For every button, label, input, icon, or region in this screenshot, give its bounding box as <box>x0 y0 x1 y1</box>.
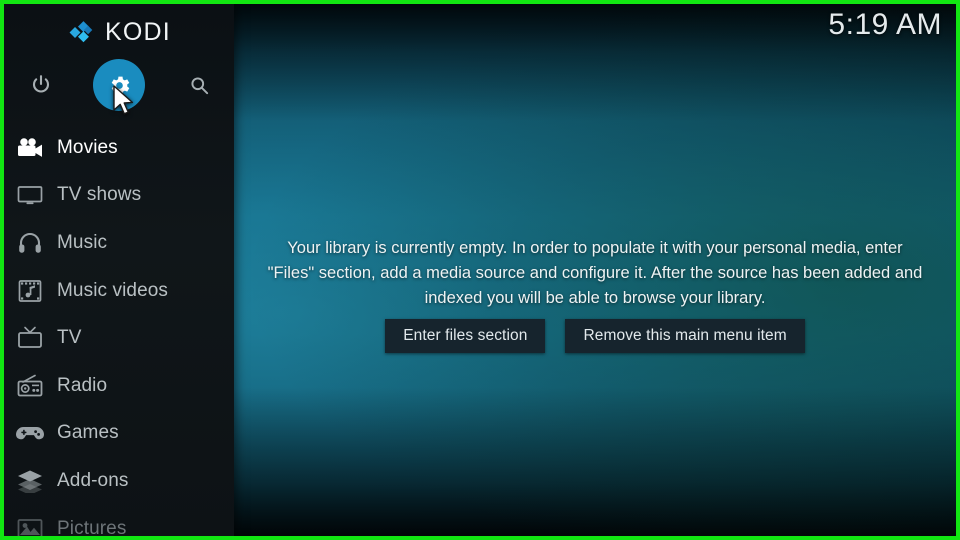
sidebar-item-tv[interactable]: TV <box>4 314 234 362</box>
movie-camera-icon <box>14 134 46 162</box>
sidebar-item-music[interactable]: Music <box>4 219 234 267</box>
settings-gear-icon[interactable] <box>93 59 145 111</box>
app-logo-text: KODI <box>105 17 171 46</box>
sidebar-item-label: Games <box>57 422 119 444</box>
kodi-stage: Your library is currently empty. In orde… <box>4 4 956 536</box>
addons-box-icon <box>14 467 46 495</box>
sidebar-item-music-videos[interactable]: Music videos <box>4 267 234 315</box>
sidebar-item-label: Pictures <box>57 517 127 536</box>
gear-glyph <box>111 76 129 94</box>
music-video-icon <box>14 277 46 305</box>
sidebar-item-add-ons[interactable]: Add-ons <box>4 457 234 505</box>
kodi-window: Your library is currently empty. In orde… <box>0 0 960 540</box>
sidebar-item-games[interactable]: Games <box>4 410 234 458</box>
sidebar-item-label: Radio <box>57 374 108 396</box>
action-button-row: Enter files section Remove this main men… <box>234 319 956 353</box>
gamepad-icon <box>14 419 46 447</box>
sidebar-item-label: Add-ons <box>57 469 129 491</box>
sidebar-item-tv-shows[interactable]: TV shows <box>4 172 234 220</box>
kodi-logo-mark-icon <box>69 20 93 42</box>
clock: 5:19 AM <box>828 8 942 41</box>
sidebar-item-radio[interactable]: Radio <box>4 362 234 410</box>
enter-files-section-button[interactable]: Enter files section <box>385 319 546 353</box>
sidebar-item-label: TV <box>57 327 82 349</box>
television-icon <box>14 181 46 209</box>
main-content-area: Your library is currently empty. In orde… <box>234 4 956 536</box>
radio-icon <box>14 372 46 400</box>
sidebar-menu: Movies TV shows Music Music videos TV Ra… <box>4 124 234 536</box>
power-icon[interactable] <box>15 59 67 111</box>
sidebar-item-label: Movies <box>57 136 118 158</box>
remove-main-menu-item-button[interactable]: Remove this main menu item <box>565 319 805 353</box>
search-icon[interactable] <box>173 59 225 111</box>
sidebar: KODI Movies TV shows Music Music videos … <box>4 4 234 536</box>
search-glyph <box>190 76 208 94</box>
sidebar-item-label: TV shows <box>57 184 142 206</box>
headphones-icon <box>14 229 46 257</box>
tv-antenna-icon <box>14 324 46 352</box>
empty-library-message: Your library is currently empty. In orde… <box>267 239 923 307</box>
sidebar-item-label: Music <box>57 231 108 253</box>
sidebar-item-pictures[interactable]: Pictures <box>4 505 234 536</box>
sidebar-item-label: Music videos <box>57 279 169 301</box>
top-icon-row <box>4 59 234 111</box>
pictures-icon <box>14 515 46 536</box>
sidebar-item-movies[interactable]: Movies <box>4 124 234 172</box>
app-logo: KODI <box>4 14 234 50</box>
power-glyph <box>32 75 50 93</box>
